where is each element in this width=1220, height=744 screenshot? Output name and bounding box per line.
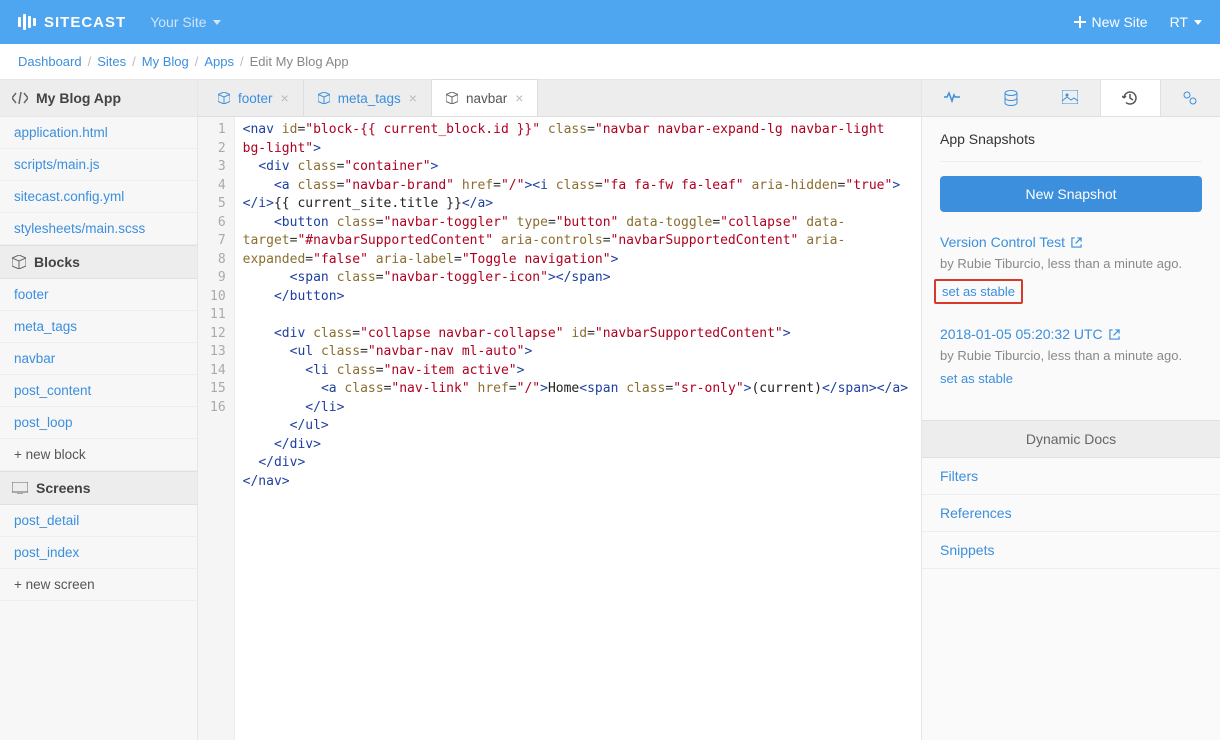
sidebar-file-item[interactable]: sitecast.config.yml xyxy=(0,181,197,213)
editor-tab[interactable]: footer× xyxy=(204,80,304,116)
line-gutter: 12345678910111213141516 xyxy=(198,117,235,740)
history-tab[interactable] xyxy=(1100,80,1161,116)
sidebar-screens-header: Screens xyxy=(0,471,197,505)
plus-icon xyxy=(1074,16,1086,28)
cube-icon xyxy=(318,92,330,104)
breadcrumb-link[interactable]: Sites xyxy=(97,54,126,69)
docs-link[interactable]: Filters xyxy=(922,458,1220,495)
snapshot-title-link[interactable]: Version Control Test xyxy=(940,234,1202,250)
sidebar-blocks-header: Blocks xyxy=(0,245,197,279)
health-tab[interactable] xyxy=(922,80,981,116)
sidebar-screen-item[interactable]: post_index xyxy=(0,537,197,569)
breadcrumb-link[interactable]: Apps xyxy=(204,54,234,69)
editor-tab[interactable]: navbar× xyxy=(432,79,538,116)
snapshots-title: App Snapshots xyxy=(940,131,1202,162)
close-icon[interactable]: × xyxy=(409,90,417,106)
new-site-button[interactable]: New Site xyxy=(1074,14,1148,30)
breadcrumb-link[interactable]: My Blog xyxy=(142,54,189,69)
sidebar-screen-item[interactable]: post_detail xyxy=(0,505,197,537)
code-editor[interactable]: 12345678910111213141516 <nav id="block-{… xyxy=(198,117,921,740)
sidebar-block-item[interactable]: navbar xyxy=(0,343,197,375)
chevron-down-icon xyxy=(1194,20,1202,25)
dynamic-docs-header: Dynamic Docs xyxy=(922,420,1220,458)
snapshot-entry: 2018-01-05 05:20:32 UTC by Rubie Tiburci… xyxy=(940,326,1202,386)
right-panel: App Snapshots New Snapshot Version Contr… xyxy=(922,80,1220,740)
settings-tab[interactable] xyxy=(1161,80,1220,116)
history-icon xyxy=(1122,90,1138,106)
code-icon xyxy=(12,92,28,104)
image-tab[interactable] xyxy=(1040,80,1099,116)
monitor-icon xyxy=(12,482,28,494)
chevron-down-icon xyxy=(213,20,221,25)
set-stable-link[interactable]: set as stable xyxy=(940,371,1013,386)
brand-text: SITECAST xyxy=(44,14,126,31)
editor-pane: footer×meta_tags×navbar× 123456789101112… xyxy=(198,80,922,740)
breadcrumb: Dashboard/Sites/My Blog/Apps/Edit My Blo… xyxy=(0,44,1220,80)
sitecast-icon xyxy=(18,14,36,30)
breadcrumb-current: Edit My Blog App xyxy=(250,54,349,69)
site-selector[interactable]: Your Site xyxy=(150,14,220,30)
snapshot-entry: Version Control Test by Rubie Tiburcio, … xyxy=(940,234,1202,304)
cube-icon xyxy=(446,92,458,104)
topbar: SITECAST Your Site New Site RT xyxy=(0,0,1220,44)
external-link-icon xyxy=(1071,237,1082,248)
editor-tabs: footer×meta_tags×navbar× xyxy=(198,80,921,117)
sidebar-block-item[interactable]: footer xyxy=(0,279,197,311)
snapshot-byline: by Rubie Tiburcio, less than a minute ag… xyxy=(940,256,1202,271)
close-icon[interactable]: × xyxy=(281,90,289,106)
right-panel-tabs xyxy=(922,80,1220,117)
docs-link[interactable]: Snippets xyxy=(922,532,1220,569)
database-tab[interactable] xyxy=(981,80,1040,116)
sidebar-app-header: My Blog App xyxy=(0,80,197,117)
snapshot-byline: by Rubie Tiburcio, less than a minute ag… xyxy=(940,348,1202,363)
image-icon xyxy=(1062,90,1078,104)
sidebar-block-item[interactable]: meta_tags xyxy=(0,311,197,343)
external-link-icon xyxy=(1109,329,1120,340)
new-block-button[interactable]: + new block xyxy=(0,439,197,471)
set-stable-link[interactable]: set as stable xyxy=(934,279,1023,304)
cube-icon xyxy=(218,92,230,104)
close-icon[interactable]: × xyxy=(515,90,523,106)
editor-tab[interactable]: meta_tags× xyxy=(304,80,432,116)
brand-logo[interactable]: SITECAST xyxy=(18,14,126,31)
sidebar-file-item[interactable]: scripts/main.js xyxy=(0,149,197,181)
new-snapshot-button[interactable]: New Snapshot xyxy=(940,176,1202,212)
code-content[interactable]: <nav id="block-{{ current_block.id }}" c… xyxy=(235,117,921,740)
sidebar-block-item[interactable]: post_content xyxy=(0,375,197,407)
sidebar-block-item[interactable]: post_loop xyxy=(0,407,197,439)
snapshot-title-link[interactable]: 2018-01-05 05:20:32 UTC xyxy=(940,326,1202,342)
sidebar-file-item[interactable]: application.html xyxy=(0,117,197,149)
sidebar-file-item[interactable]: stylesheets/main.scss xyxy=(0,213,197,245)
new-screen-button[interactable]: + new screen xyxy=(0,569,197,601)
docs-link[interactable]: References xyxy=(922,495,1220,532)
breadcrumb-link[interactable]: Dashboard xyxy=(18,54,82,69)
gears-icon xyxy=(1182,90,1198,106)
sidebar: My Blog App application.htmlscripts/main… xyxy=(0,80,198,740)
cube-icon xyxy=(12,255,26,269)
user-menu[interactable]: RT xyxy=(1170,14,1202,30)
database-icon xyxy=(1004,90,1018,106)
heartbeat-icon xyxy=(944,90,960,104)
